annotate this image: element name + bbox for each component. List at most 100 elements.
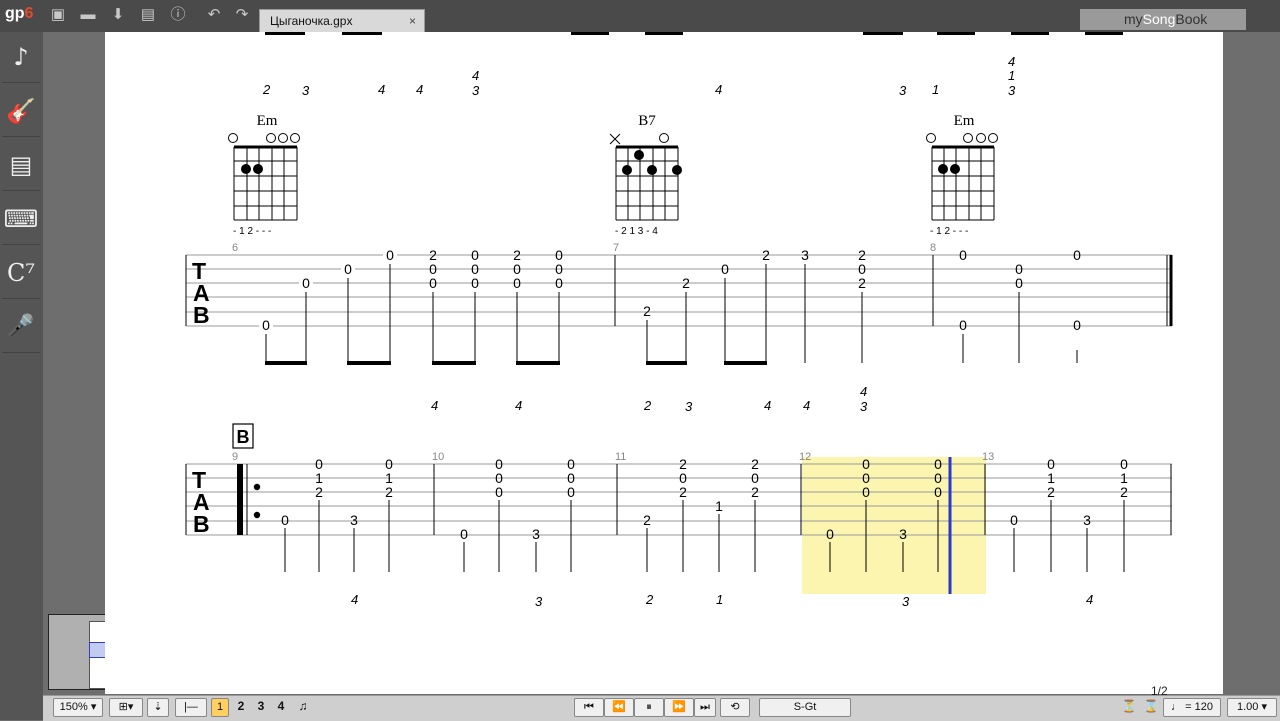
svg-text:2: 2 [385,484,393,500]
svg-text:3: 3 [801,247,809,263]
svg-text:1: 1 [715,498,723,514]
open-folder-icon[interactable]: ▬ [77,4,99,26]
svg-text:2: 2 [682,275,690,291]
stems-row-1 [265,264,1078,363]
svg-text:0: 0 [386,247,394,263]
finger-number: 3 [1008,83,1016,98]
save-icon[interactable]: ⬇ [107,4,129,26]
mid-fingering: 4 4 2 3 4 4 4 3 [431,384,868,414]
voice-1-button[interactable]: 1 [211,698,229,717]
measure-number: 8 [930,242,936,254]
svg-text:2: 2 [1047,484,1055,500]
notation-palette-icon[interactable]: ♪ [2,32,40,83]
svg-text:0: 0 [555,275,563,291]
finger-number: 3 [302,83,310,98]
svg-text:2: 2 [643,398,652,413]
go-start-icon[interactable]: ⏮ [574,698,604,717]
info-icon[interactable]: ⓘ [167,4,189,26]
score-page[interactable]: 2 3 4 4 4 3 4 3 1 4 1 3 Em - 1 2 - - - B… [105,31,1223,694]
speed-select[interactable]: 1.00 ▾ [1227,698,1277,717]
voice-2-button[interactable]: 2 [233,698,249,717]
section-marker[interactable]: B [232,423,254,449]
tempo-field[interactable]: ♩ = 120 [1163,698,1221,717]
layout-select[interactable]: ⊞▾ [109,698,143,717]
svg-text:0: 0 [429,275,437,291]
chord-diagram-em[interactable]: Em - 1 2 - - - [228,113,300,237]
chord-name: Em [954,113,975,129]
svg-text:3: 3 [899,526,907,542]
playback-bar: 150% ▾ ⊞▾ ⇣ |— 1 2 3 4 ♫ ⏮ ⏪ ⏸ ⏩ ⏭ ⟲ S-G… [43,684,1280,721]
finger-number: 4 [416,82,423,97]
chord-diagram-b7[interactable]: B7 - 2 1 3 - 4 [609,113,682,237]
zoom-select[interactable]: 150% ▾ [53,698,103,717]
measure-number: 9 [232,451,238,463]
voice-4-button[interactable]: 4 [273,698,289,717]
chord-diagram-icon[interactable]: C⁷ [2,248,40,299]
svg-text:4: 4 [860,384,867,399]
svg-text:4: 4 [431,398,438,413]
svg-text:0: 0 [862,484,870,500]
instrument-icon[interactable]: 🎸 [2,86,40,137]
track-select[interactable]: S-Gt [759,698,851,717]
voice-3-button[interactable]: 3 [253,698,269,717]
svg-text:0: 0 [1073,247,1081,263]
svg-text:0: 0 [460,526,468,542]
multitrack-icon[interactable]: ⇣ [147,698,169,717]
svg-text:B: B [193,302,210,328]
rewind-icon[interactable]: ⏪ [604,698,634,717]
svg-text:2: 2 [762,247,770,263]
measure-number: 7 [613,242,619,254]
fast-forward-icon[interactable]: ⏩ [664,698,694,717]
finger-number: 4 [715,82,722,97]
svg-text:B: B [193,511,210,537]
svg-text:1: 1 [716,592,723,607]
svg-text:0: 0 [1015,275,1023,291]
metronome-icon[interactable]: ⏳ [1119,698,1139,717]
undo-icon[interactable]: ↶ [203,4,225,26]
measure-number: 10 [432,451,444,463]
svg-text:0: 0 [959,247,967,263]
amp-icon[interactable]: ▤ [2,140,40,191]
go-end-icon[interactable]: ⏭ [694,698,716,717]
svg-text:0: 0 [344,261,352,277]
svg-text:0: 0 [495,484,503,500]
svg-text:2: 2 [1120,484,1128,500]
svg-text:3: 3 [902,594,910,609]
note-icon[interactable]: ♫ [293,698,313,717]
svg-text:4: 4 [351,592,358,607]
finger-number: 1 [932,82,939,97]
document-tab[interactable]: Цыганочка.gpx × [259,9,425,32]
chord-diagram-em-2[interactable]: Em - 1 2 - - - [926,113,998,237]
print-icon[interactable]: ▤ [137,4,159,26]
microphone-icon[interactable]: 🎤 [2,302,40,353]
svg-text:0: 0 [471,275,479,291]
measure-number: 13 [982,451,994,463]
new-file-icon[interactable]: ▣ [47,4,69,26]
svg-text:0: 0 [567,484,575,500]
redo-icon[interactable]: ↷ [231,4,253,26]
svg-text:4: 4 [1086,592,1093,607]
pause-icon[interactable]: ⏸ [634,698,664,717]
svg-text:0: 0 [959,317,967,333]
loop-icon[interactable]: ⟲ [720,698,750,717]
stems-row-2 [284,500,1125,572]
svg-text:2: 2 [643,512,651,528]
svg-text:B: B [237,427,250,447]
countdown-icon[interactable]: ⌛ [1141,698,1161,717]
finger-number: 2 [262,82,271,97]
page-counter: 1/2 [1151,684,1168,698]
keyboard-icon[interactable]: ⌨ [2,194,40,245]
svg-text:0: 0 [1010,512,1018,528]
document-tab-title: Цыганочка.gpx [270,14,353,28]
bar-length-icon[interactable]: |— [175,698,207,717]
fret-numbers-row-2: 012 0 012 3 000 0 000 3 202 2 202 1 000 … [281,456,1128,542]
close-tab-icon[interactable]: × [409,10,416,32]
top-fingering: 2 3 4 4 4 3 4 3 1 4 1 3 [262,54,1016,98]
finger-number: 3 [472,83,480,98]
mysongbook-button[interactable]: mySongBook [1080,9,1246,30]
tab-staff-row-1[interactable]: T A B 6 7 8 000 0 200 000 200 000 220 2 … [185,242,1173,365]
chord-name: Em [257,113,278,129]
chord-name: B7 [638,113,656,129]
svg-text:0: 0 [721,261,729,277]
tab-staff-row-2[interactable]: T A B 9 10 11 12 13 012 0 012 3 000 0 00… [185,451,1172,594]
